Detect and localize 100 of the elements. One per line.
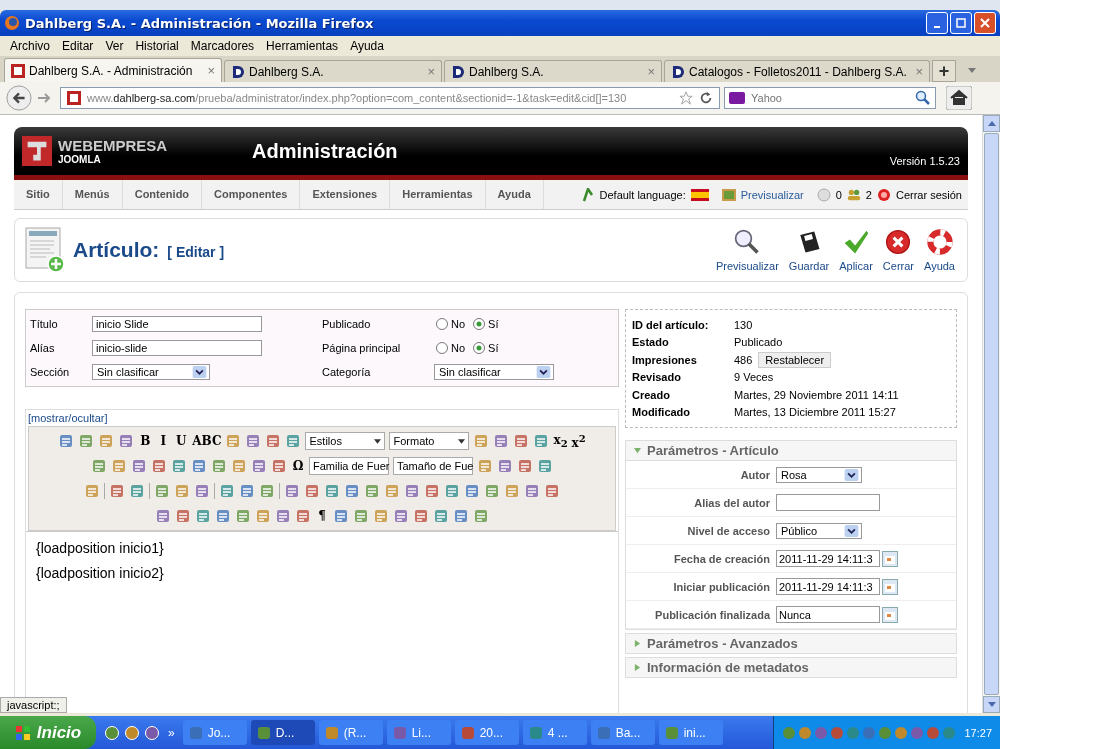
taskbar-item[interactable]: (R... — [318, 720, 383, 745]
tray-icon[interactable] — [830, 725, 845, 740]
taskbar-item[interactable]: ini... — [658, 720, 723, 745]
date-field[interactable]: 2011-11-29 14:11:3 — [776, 550, 880, 567]
address-bar[interactable]: www.dahlberg-sa.com/prueba/administrator/index.php?option=com_content&sectionid=-1&task=edit&cid[]=130 — [60, 87, 720, 109]
tool-icon[interactable] — [504, 483, 520, 499]
star-icon[interactable] — [679, 91, 693, 105]
tool-icon[interactable] — [453, 508, 469, 524]
tool-icon[interactable] — [353, 508, 369, 524]
tool-icon[interactable] — [275, 508, 291, 524]
tool-icon[interactable] — [344, 483, 360, 499]
tool-icon[interactable] — [231, 458, 247, 474]
panel-header[interactable]: Parámetros - Artículo — [626, 441, 956, 460]
toolbar-button[interactable]: Cerrar — [880, 228, 916, 272]
tool-icon[interactable] — [129, 483, 145, 499]
tool-icon[interactable] — [174, 483, 190, 499]
toolbar-button[interactable]: Guardar — [786, 228, 832, 272]
tool-icon[interactable] — [413, 508, 429, 524]
format-button[interactable]: ABC — [192, 434, 222, 448]
radio-button[interactable] — [436, 342, 448, 354]
admin-menu-item[interactable]: Contenido — [122, 180, 203, 209]
quick-launch-icon[interactable] — [144, 724, 160, 741]
tool-icon[interactable] — [295, 508, 311, 524]
select-field[interactable]: Público — [776, 522, 862, 539]
tool-icon[interactable] — [271, 458, 287, 474]
toolbar-select[interactable]: Estilos — [305, 432, 386, 450]
tray-icon[interactable] — [926, 725, 941, 740]
tool-icon[interactable] — [78, 433, 95, 449]
tool-icon[interactable] — [219, 483, 235, 499]
tool-icon[interactable] — [259, 483, 275, 499]
tool-icon[interactable] — [537, 458, 553, 474]
taskbar-item[interactable]: 20... — [454, 720, 519, 745]
taskbar-item[interactable]: D... — [250, 720, 315, 745]
tray-icon[interactable] — [910, 725, 925, 740]
format-button[interactable]: x$^{2}$ — [571, 432, 586, 450]
taskbar-item[interactable]: Ba... — [590, 720, 655, 745]
tray-icon[interactable] — [862, 725, 877, 740]
minimize-button[interactable] — [926, 12, 948, 34]
tool-icon[interactable] — [513, 433, 530, 449]
toolbar-button[interactable]: Previsualizar — [713, 228, 781, 272]
tool-icon[interactable] — [175, 508, 191, 524]
tool-icon[interactable] — [544, 483, 560, 499]
tool-icon[interactable] — [533, 433, 550, 449]
tool-icon[interactable] — [109, 483, 125, 499]
tool-icon[interactable] — [497, 458, 513, 474]
format-button[interactable]: Ω — [291, 459, 305, 473]
format-button[interactable]: x$_{2}$ — [553, 432, 568, 450]
tool-icon[interactable] — [464, 483, 480, 499]
quick-launch-icon[interactable] — [124, 724, 140, 741]
tool-icon[interactable] — [98, 433, 115, 449]
tool-icon[interactable] — [111, 458, 127, 474]
tool-icon[interactable] — [84, 483, 100, 499]
toolbar-button[interactable]: Aplicar — [837, 228, 875, 272]
tool-icon[interactable] — [155, 508, 171, 524]
tool-icon[interactable] — [285, 433, 302, 449]
select-field[interactable]: Sin clasificar — [434, 364, 554, 380]
admin-menu-item[interactable]: Componentes — [202, 180, 301, 209]
new-tab-button[interactable]: + — [932, 60, 956, 82]
admin-menu-item[interactable]: Menús — [62, 180, 123, 209]
text-field[interactable]: inicio-slide — [92, 340, 262, 356]
scrollbar-thumb[interactable] — [984, 133, 999, 695]
tool-icon[interactable] — [473, 433, 490, 449]
toolbar-select[interactable]: Formato — [389, 432, 470, 450]
text-field[interactable]: inicio Slide — [92, 316, 262, 332]
tool-icon[interactable] — [444, 483, 460, 499]
menu-item[interactable]: Archivo — [10, 39, 50, 53]
back-button[interactable] — [6, 85, 32, 111]
taskbar-item[interactable]: Jo... — [182, 720, 247, 745]
home-button[interactable] — [946, 86, 972, 110]
tool-icon[interactable] — [195, 508, 211, 524]
tool-icon[interactable] — [324, 483, 340, 499]
toolbar-select[interactable]: Familia de Fuer — [309, 457, 389, 475]
menu-item[interactable]: Editar — [62, 39, 94, 53]
preview-link[interactable]: Previsualizar — [740, 188, 804, 201]
tool-icon[interactable] — [517, 458, 533, 474]
scroll-down-button[interactable] — [983, 696, 1000, 713]
search-icon[interactable] — [915, 90, 931, 106]
taskbar-item[interactable]: 4 ... — [522, 720, 587, 745]
reset-button[interactable]: Restablecer — [758, 351, 832, 368]
date-field[interactable]: Nunca — [776, 606, 880, 623]
menu-item[interactable]: Ver — [105, 39, 124, 53]
radio-button[interactable] — [436, 318, 448, 330]
chevron[interactable]: » — [168, 725, 175, 740]
browser-tab[interactable]: Dahlberg S.A. × — [444, 60, 662, 82]
calendar-icon[interactable] — [882, 606, 898, 623]
date-field[interactable]: 2011-11-29 14:11:3 — [776, 578, 880, 595]
calendar-icon[interactable] — [882, 550, 898, 567]
tool-icon[interactable] — [333, 508, 349, 524]
browser-tab[interactable]: Dahlberg S.A. × — [224, 60, 442, 82]
admin-menu-item[interactable]: Sitio — [14, 180, 63, 209]
tool-icon[interactable] — [433, 508, 449, 524]
tool-icon[interactable] — [239, 483, 255, 499]
tool-icon[interactable] — [194, 483, 210, 499]
search-field[interactable]: Yahoo — [724, 87, 936, 109]
tool-icon[interactable] — [131, 458, 147, 474]
toolbar-button[interactable]: Ayuda — [922, 228, 957, 272]
tray-icon[interactable] — [814, 725, 829, 740]
menu-item[interactable]: Herramientas — [266, 39, 339, 53]
toolbar-select[interactable]: Tamaño de Fue — [393, 457, 473, 475]
search-engine-icon[interactable] — [729, 92, 745, 104]
